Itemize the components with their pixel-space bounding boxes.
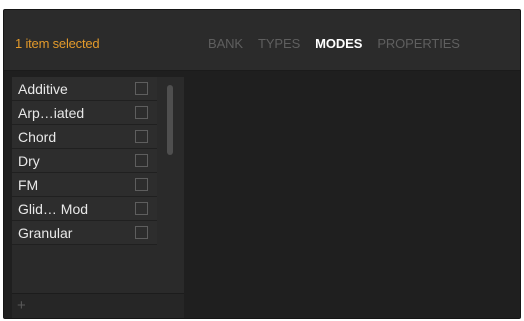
list-item-additive[interactable]: Additive <box>12 77 157 101</box>
checkbox[interactable] <box>135 178 148 191</box>
tab-types[interactable]: TYPES <box>258 36 300 51</box>
checkbox[interactable] <box>135 106 148 119</box>
tab-modes[interactable]: MODES <box>315 36 362 51</box>
checkbox[interactable] <box>135 226 148 239</box>
list-item-label: FM <box>18 177 39 193</box>
scrollbar[interactable] <box>162 77 176 292</box>
list-item-label: Chord <box>18 129 57 145</box>
list-item-label: Additive <box>18 81 68 97</box>
list-item-dry[interactable]: Dry <box>12 149 157 173</box>
plus-icon[interactable]: + <box>17 297 26 314</box>
checkbox[interactable] <box>135 130 148 143</box>
list-item-glide-mod[interactable]: Glid… Mod <box>12 197 157 221</box>
mode-list: Additive Arp…iated Chord Dry FM Glid… Mo… <box>12 77 184 318</box>
panel-header: 1 item selected BANK TYPES MODES PROPERT… <box>4 10 520 71</box>
checkbox[interactable] <box>135 82 148 95</box>
checkbox[interactable] <box>135 154 148 167</box>
panel-body: Additive Arp…iated Chord Dry FM Glid… Mo… <box>4 71 520 318</box>
list-item-arpeggiated[interactable]: Arp…iated <box>12 101 157 125</box>
list-item-label: Granular <box>18 225 73 241</box>
add-row: + <box>12 293 184 318</box>
list-item-label: Dry <box>18 153 40 169</box>
list-item-label: Arp…iated <box>18 105 85 121</box>
list-item-fm[interactable]: FM <box>12 173 157 197</box>
modes-panel: 1 item selected BANK TYPES MODES PROPERT… <box>3 9 521 319</box>
tab-bank[interactable]: BANK <box>208 36 243 51</box>
tab-bar: BANK TYPES MODES PROPERTIES <box>208 36 460 51</box>
list-item-label: Glid… Mod <box>18 201 89 217</box>
list-item-chord[interactable]: Chord <box>12 125 157 149</box>
scrollbar-thumb[interactable] <box>167 85 173 155</box>
checkbox[interactable] <box>135 202 148 215</box>
tab-properties[interactable]: PROPERTIES <box>377 36 460 51</box>
list-item-granular[interactable]: Granular <box>12 221 157 245</box>
selection-count: 1 item selected <box>15 36 100 51</box>
